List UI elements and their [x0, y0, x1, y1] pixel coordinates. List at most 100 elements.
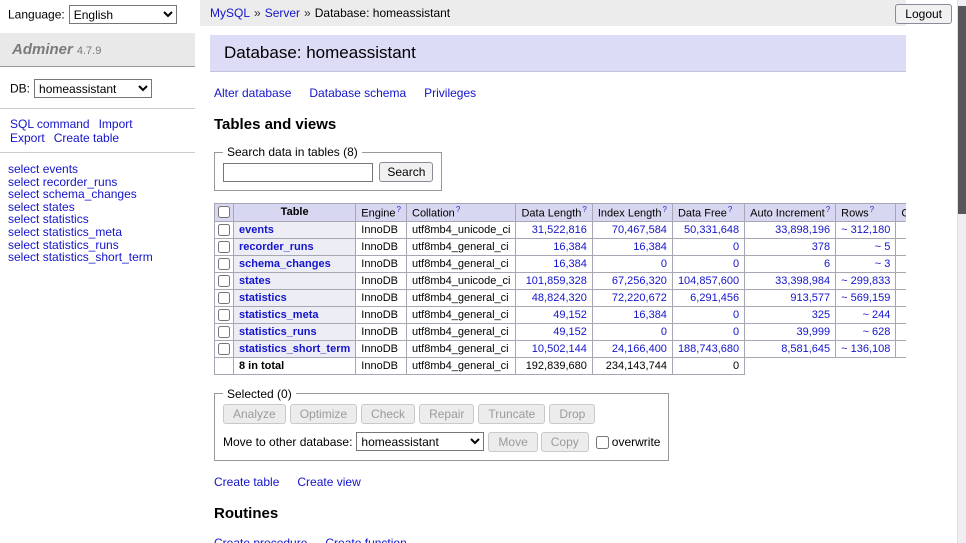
- help-link-index-length[interactable]: ?: [662, 205, 666, 214]
- overwrite-checkbox[interactable]: [596, 436, 609, 449]
- row-checkbox-states[interactable]: [218, 275, 230, 287]
- table-link-statistics_runs[interactable]: statistics_runs: [239, 326, 317, 338]
- data-free-link-statistics_short_term[interactable]: 188,743,680: [678, 343, 739, 355]
- table-link-recorder_runs[interactable]: recorder_runs: [239, 241, 314, 253]
- data-length-link-schema_changes[interactable]: 16,384: [553, 258, 587, 270]
- rows-link-schema_changes[interactable]: ~ 3: [875, 258, 891, 270]
- index-length-link-statistics[interactable]: 72,220,672: [612, 292, 667, 304]
- truncate-button[interactable]: Truncate: [478, 404, 545, 424]
- help-link-data-length[interactable]: ?: [582, 205, 586, 214]
- data-free-link-recorder_runs[interactable]: 0: [733, 241, 739, 253]
- sidebar-link-export[interactable]: Export: [10, 131, 45, 145]
- link-create-procedure[interactable]: Create procedure: [214, 536, 307, 543]
- sidebar-link-create-table[interactable]: Create table: [54, 131, 119, 145]
- search-button[interactable]: Search: [379, 162, 433, 182]
- rows-link-recorder_runs[interactable]: ~ 5: [875, 241, 891, 253]
- auto-increment-link-statistics[interactable]: 913,577: [790, 292, 830, 304]
- data-length-cell: 31,522,816: [516, 221, 592, 238]
- breadcrumb-mysql-link[interactable]: MySQL: [210, 6, 250, 20]
- help-link-auto-increment[interactable]: ?: [826, 205, 830, 214]
- rows-link-statistics_runs[interactable]: ~ 628: [863, 326, 891, 338]
- index-length-link-states[interactable]: 67,256,320: [612, 275, 667, 287]
- row-checkbox-statistics[interactable]: [218, 292, 230, 304]
- table-link-states[interactable]: states: [239, 275, 271, 287]
- auto-increment-link-schema_changes[interactable]: 6: [824, 258, 830, 270]
- sidebar-link-sql-command[interactable]: SQL command: [10, 117, 90, 131]
- auto-increment-link-events[interactable]: 33,898,196: [775, 224, 830, 236]
- help-link-rows[interactable]: ?: [870, 205, 874, 214]
- data-length-link-statistics_runs[interactable]: 49,152: [553, 326, 587, 338]
- sidebar-table-link-statistics_short_term[interactable]: statistics_short_term: [43, 250, 153, 264]
- link-database-schema[interactable]: Database schema: [309, 86, 406, 100]
- index-length-link-statistics_meta[interactable]: 16,384: [633, 309, 667, 321]
- move-database-select[interactable]: homeassistant: [356, 432, 484, 451]
- table-link-statistics_meta[interactable]: statistics_meta: [239, 309, 319, 321]
- search-input[interactable]: [223, 163, 373, 182]
- data-length-link-statistics_meta[interactable]: 49,152: [553, 309, 587, 321]
- repair-button[interactable]: Repair: [419, 404, 474, 424]
- scrollbar-thumb[interactable]: [958, 6, 966, 214]
- row-checkbox-recorder_runs[interactable]: [218, 241, 230, 253]
- help-link-data-free[interactable]: ?: [728, 205, 732, 214]
- analyze-button[interactable]: Analyze: [223, 404, 286, 424]
- scrollbar[interactable]: [957, 0, 966, 543]
- rows-link-statistics[interactable]: ~ 569,159: [841, 292, 890, 304]
- link-create-view[interactable]: Create view: [297, 475, 360, 489]
- sidebar-link-import[interactable]: Import: [99, 117, 133, 131]
- adminer-logo-link[interactable]: Adminer: [12, 41, 73, 58]
- auto-increment-link-states[interactable]: 33,398,984: [775, 275, 830, 287]
- link-privileges[interactable]: Privileges: [424, 86, 476, 100]
- table-link-schema_changes[interactable]: schema_changes: [239, 258, 331, 270]
- link-create-table[interactable]: Create table: [214, 475, 279, 489]
- data-free-link-events[interactable]: 50,331,648: [684, 224, 739, 236]
- link-alter-database[interactable]: Alter database: [214, 86, 291, 100]
- table-link-events[interactable]: events: [239, 224, 274, 236]
- rows-link-statistics_meta[interactable]: ~ 244: [863, 309, 891, 321]
- rows-link-states[interactable]: ~ 299,833: [841, 275, 890, 287]
- data-length-link-events[interactable]: 31,522,816: [532, 224, 587, 236]
- index-length-link-recorder_runs[interactable]: 16,384: [633, 241, 667, 253]
- index-length-link-events[interactable]: 70,467,584: [612, 224, 667, 236]
- sidebar-select-link-statistics_short_term[interactable]: select: [8, 250, 39, 264]
- breadcrumb-server-link[interactable]: Server: [265, 6, 300, 20]
- data-free-link-statistics_runs[interactable]: 0: [733, 326, 739, 338]
- auto-increment-link-statistics_runs[interactable]: 39,999: [797, 326, 831, 338]
- data-length-link-statistics[interactable]: 48,824,320: [532, 292, 587, 304]
- data-free-link-statistics[interactable]: 6,291,456: [690, 292, 739, 304]
- logout-button[interactable]: Logout: [895, 4, 952, 24]
- row-checkbox-schema_changes[interactable]: [218, 258, 230, 270]
- move-button[interactable]: Move: [488, 432, 537, 452]
- help-link-engine[interactable]: ?: [397, 205, 401, 214]
- data-length-cell: 16,384: [516, 255, 592, 272]
- check-button[interactable]: Check: [361, 404, 415, 424]
- table-link-statistics_short_term[interactable]: statistics_short_term: [239, 343, 350, 355]
- link-create-function[interactable]: Create function: [325, 536, 406, 543]
- data-free-link-schema_changes[interactable]: 0: [733, 258, 739, 270]
- index-length-link-statistics_short_term[interactable]: 24,166,400: [612, 343, 667, 355]
- rows-link-events[interactable]: ~ 312,180: [841, 224, 890, 236]
- row-checkbox-events[interactable]: [218, 224, 230, 236]
- data-free-link-statistics_meta[interactable]: 0: [733, 309, 739, 321]
- optimize-button[interactable]: Optimize: [290, 404, 357, 424]
- index-length-link-schema_changes[interactable]: 0: [661, 258, 667, 270]
- data-length-link-recorder_runs[interactable]: 16,384: [553, 241, 587, 253]
- table-link-statistics[interactable]: statistics: [239, 292, 287, 304]
- data-free-link-states[interactable]: 104,857,600: [678, 275, 739, 287]
- column-header-table: Table: [234, 204, 356, 222]
- row-checkbox-statistics_meta[interactable]: [218, 309, 230, 321]
- db-select[interactable]: homeassistant: [34, 79, 152, 98]
- rows-link-statistics_short_term[interactable]: ~ 136,108: [841, 343, 890, 355]
- help-link-collation[interactable]: ?: [456, 205, 460, 214]
- index-length-link-statistics_runs[interactable]: 0: [661, 326, 667, 338]
- language-select[interactable]: English: [69, 5, 177, 24]
- copy-button[interactable]: Copy: [541, 432, 589, 452]
- auto-increment-link-statistics_short_term[interactable]: 8,581,645: [781, 343, 830, 355]
- data-length-link-statistics_short_term[interactable]: 10,502,144: [532, 343, 587, 355]
- select-all-checkbox[interactable]: [218, 206, 230, 218]
- drop-button[interactable]: Drop: [549, 404, 595, 424]
- auto-increment-link-statistics_meta[interactable]: 325: [812, 309, 830, 321]
- auto-increment-link-recorder_runs[interactable]: 378: [812, 241, 830, 253]
- row-checkbox-statistics_short_term[interactable]: [218, 343, 230, 355]
- data-length-link-states[interactable]: 101,859,328: [526, 275, 587, 287]
- row-checkbox-statistics_runs[interactable]: [218, 326, 230, 338]
